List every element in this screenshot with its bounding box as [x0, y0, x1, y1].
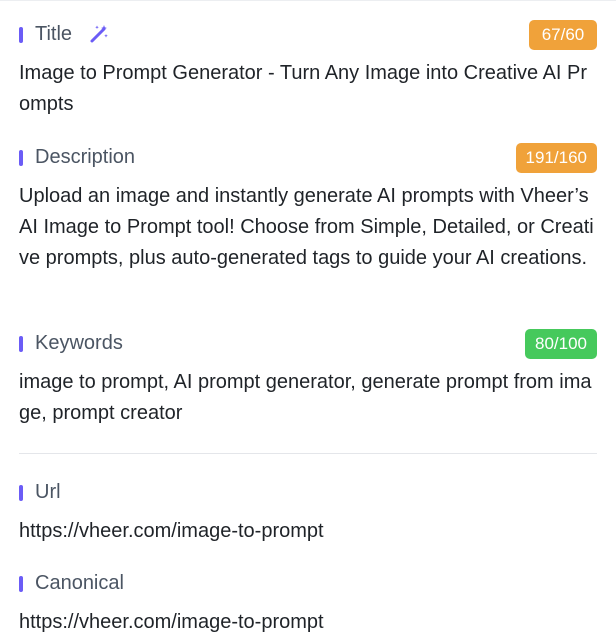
seo-meta-panel: Title 67/60 Image to Prompt Generator - …	[0, 0, 616, 640]
accent-bar	[19, 150, 23, 166]
keywords-value: image to prompt, AI prompt generator, ge…	[19, 371, 592, 424]
accent-bar	[19, 576, 23, 592]
description-length-badge: 191/160	[515, 143, 597, 173]
accent-bar	[19, 485, 23, 501]
title-header: Title 67/60	[19, 20, 597, 50]
canonical-label: Canonical	[35, 572, 124, 594]
keywords-header: Keywords 80/100	[19, 329, 597, 359]
description-field: Description 191/160 Upload an image and …	[19, 143, 597, 274]
section-divider	[19, 453, 597, 454]
keywords-label: Keywords	[35, 332, 123, 354]
title-value: Image to Prompt Generator - Turn Any Ima…	[19, 62, 588, 115]
description-value: Upload an image and instantly generate A…	[19, 185, 594, 269]
keywords-length-badge: 80/100	[525, 329, 597, 359]
canonical-header: Canonical	[19, 569, 597, 597]
url-header: Url	[19, 478, 597, 506]
title-label: Title	[35, 23, 73, 45]
description-header: Description 191/160	[19, 143, 597, 173]
title-field: Title 67/60 Image to Prompt Generator - …	[19, 20, 597, 120]
accent-bar	[19, 27, 23, 43]
keywords-field: Keywords 80/100 image to prompt, AI prom…	[19, 329, 597, 429]
accent-bar	[19, 336, 23, 352]
canonical-field: Canonical https://vheer.com/image-to-pro…	[19, 569, 597, 638]
description-label: Description	[35, 146, 136, 168]
canonical-value: https://vheer.com/image-to-prompt	[19, 611, 324, 633]
url-field: Url https://vheer.com/image-to-prompt	[19, 478, 597, 547]
magic-wand-icon[interactable]	[89, 24, 109, 44]
url-value: https://vheer.com/image-to-prompt	[19, 520, 324, 542]
url-label: Url	[35, 481, 61, 503]
title-length-badge: 67/60	[529, 20, 597, 50]
